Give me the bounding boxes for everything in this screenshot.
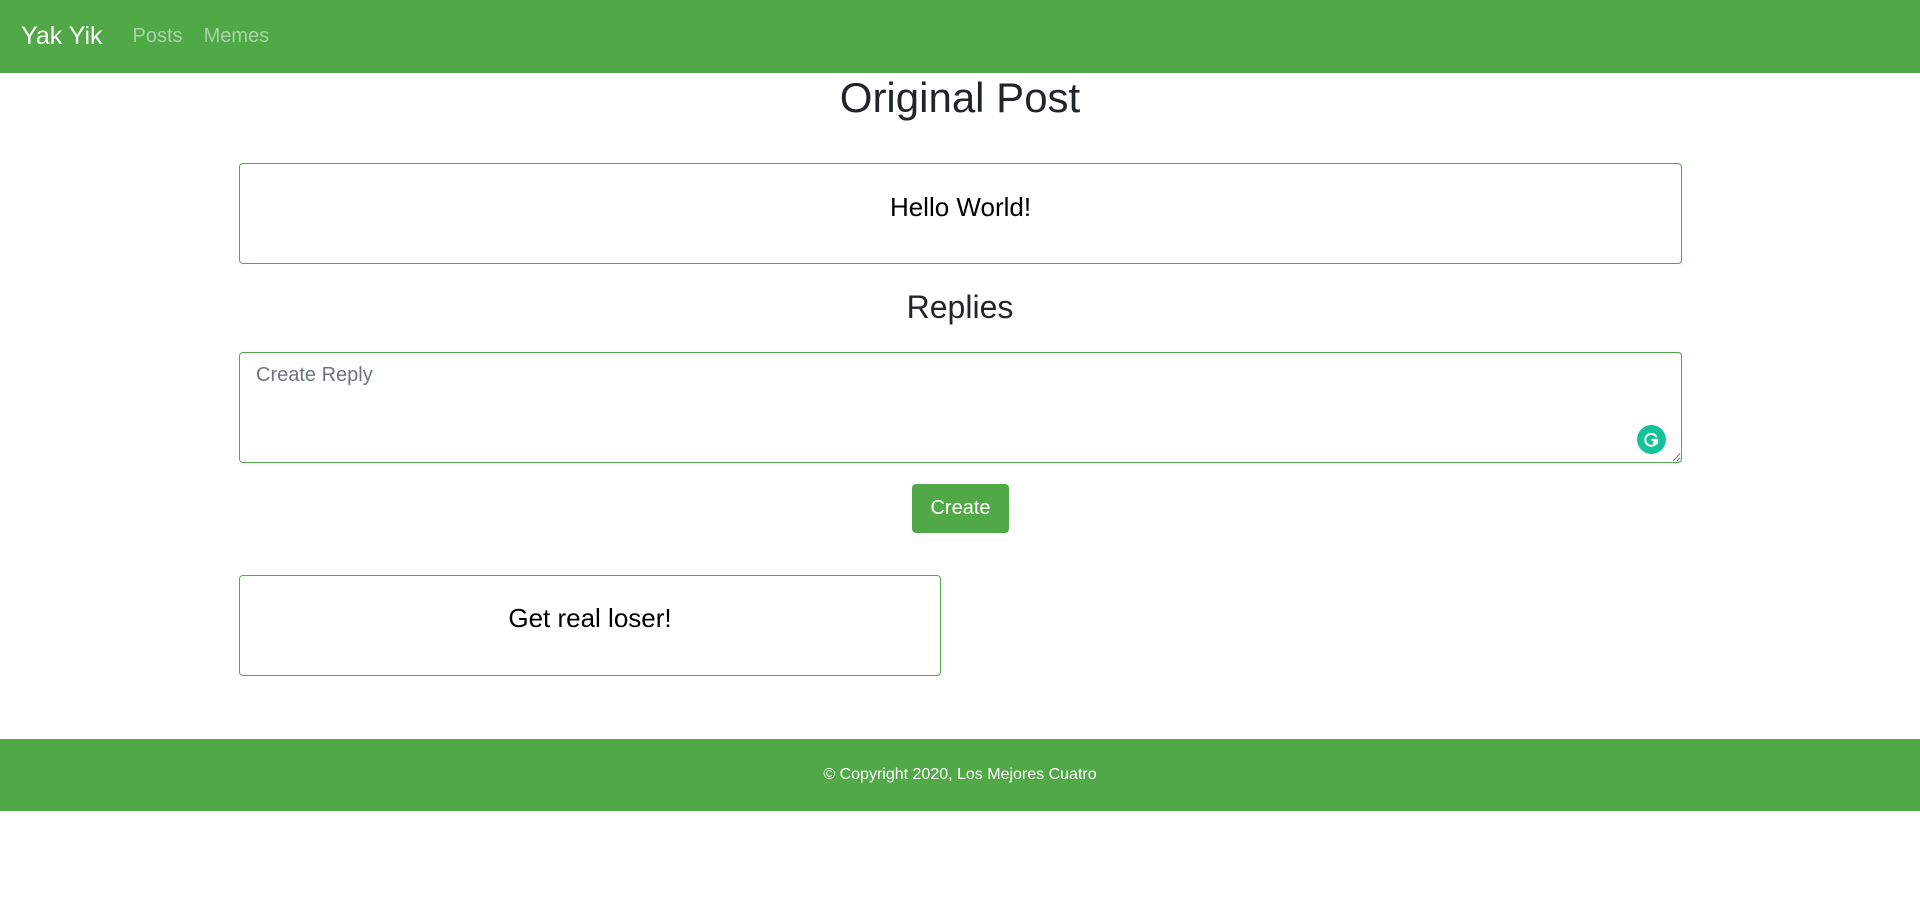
- nav-link-memes[interactable]: Memes: [204, 25, 270, 48]
- reply-text: Get real loser!: [508, 603, 672, 633]
- footer-copyright: © Copyright 2020, Los Mejores Cuatro: [823, 766, 1097, 783]
- page-title: Original Post: [839, 74, 1081, 121]
- original-post-text: Hello World!: [889, 192, 1032, 222]
- create-reply-button[interactable]: Create: [912, 484, 1009, 533]
- replies-heading: Replies: [906, 289, 1014, 325]
- nav-link-posts[interactable]: Posts: [133, 25, 183, 48]
- footer: © Copyright 2020, Los Mejores Cuatro: [0, 739, 1920, 811]
- create-reply-input[interactable]: [239, 352, 1682, 463]
- reply-card: Get real loser!: [239, 575, 941, 676]
- brand-link[interactable]: Yak Yik: [21, 22, 103, 51]
- original-post-card: Hello World!: [239, 163, 1682, 264]
- navbar: Yak Yik Posts Memes: [0, 0, 1920, 73]
- grammarly-icon[interactable]: [1637, 425, 1666, 454]
